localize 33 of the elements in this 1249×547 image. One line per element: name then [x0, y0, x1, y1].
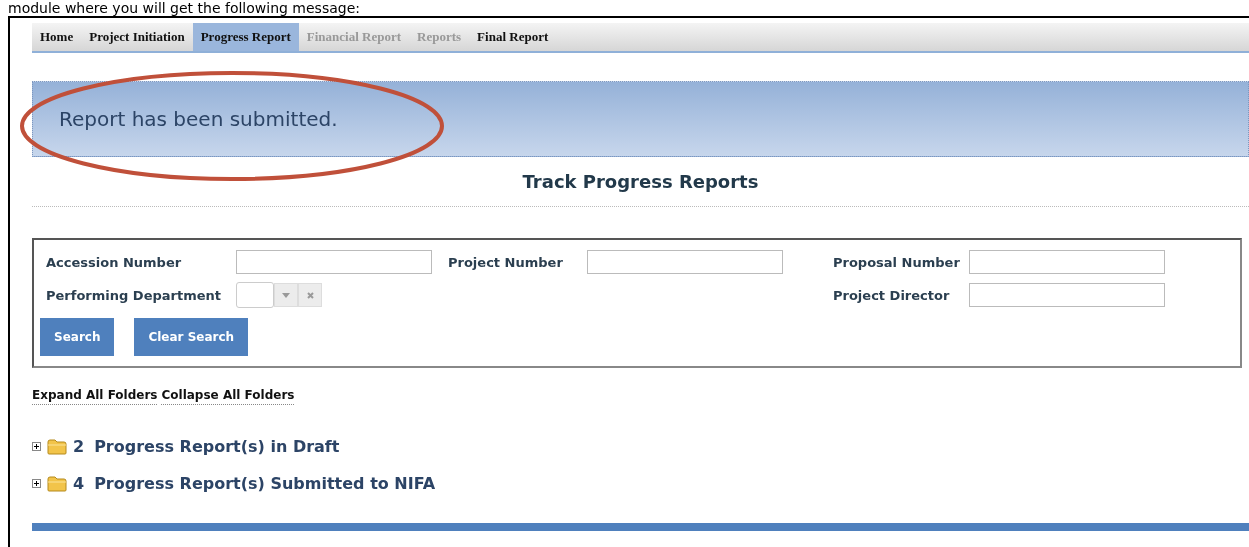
page-title: Track Progress Reports	[32, 157, 1249, 207]
folder-label[interactable]: Progress Report(s) in Draft	[94, 437, 340, 456]
nav-tab[interactable]: Project Initiation	[81, 23, 193, 51]
expand-toggle-icon[interactable]	[32, 479, 41, 488]
field-label: Project Number	[447, 254, 564, 270]
text-field[interactable]	[587, 250, 783, 274]
field-label: Accession Number	[46, 254, 183, 270]
folder-label[interactable]: Progress Report(s) Submitted to NIFA	[94, 474, 436, 493]
field-label: Performing Department	[46, 287, 222, 303]
folder-count: 2	[73, 437, 85, 456]
clear-button[interactable]	[298, 283, 322, 307]
expand-toggle-icon[interactable]	[32, 442, 41, 451]
dropdown-button[interactable]	[274, 283, 298, 307]
department-dropdown[interactable]	[236, 282, 274, 308]
folder-link[interactable]: Collapse All Folders	[161, 388, 295, 405]
text-field[interactable]	[969, 283, 1165, 307]
folder-link[interactable]: Expand All Folders	[32, 388, 158, 405]
text-field[interactable]	[236, 250, 432, 274]
folder-count: 4	[73, 474, 85, 493]
folder-icon	[47, 438, 67, 455]
nav-tab[interactable]: Progress Report	[192, 23, 299, 51]
field-label: Project Director	[832, 287, 951, 303]
caret-down-icon	[282, 292, 290, 298]
close-icon	[306, 291, 314, 299]
nav-tab[interactable]: Final Report	[469, 23, 557, 51]
folder-icon	[47, 475, 67, 492]
search-form-button[interactable]: Search	[40, 318, 115, 356]
document-text: module where you will get the following message:	[7, 0, 361, 16]
text-field[interactable]	[969, 250, 1165, 274]
nav-tab[interactable]: Home	[32, 23, 82, 51]
search-form-button[interactable]: Clear Search	[134, 318, 249, 356]
success-message: Report has been submitted.	[59, 107, 338, 131]
field-label: Proposal Number	[832, 254, 961, 270]
